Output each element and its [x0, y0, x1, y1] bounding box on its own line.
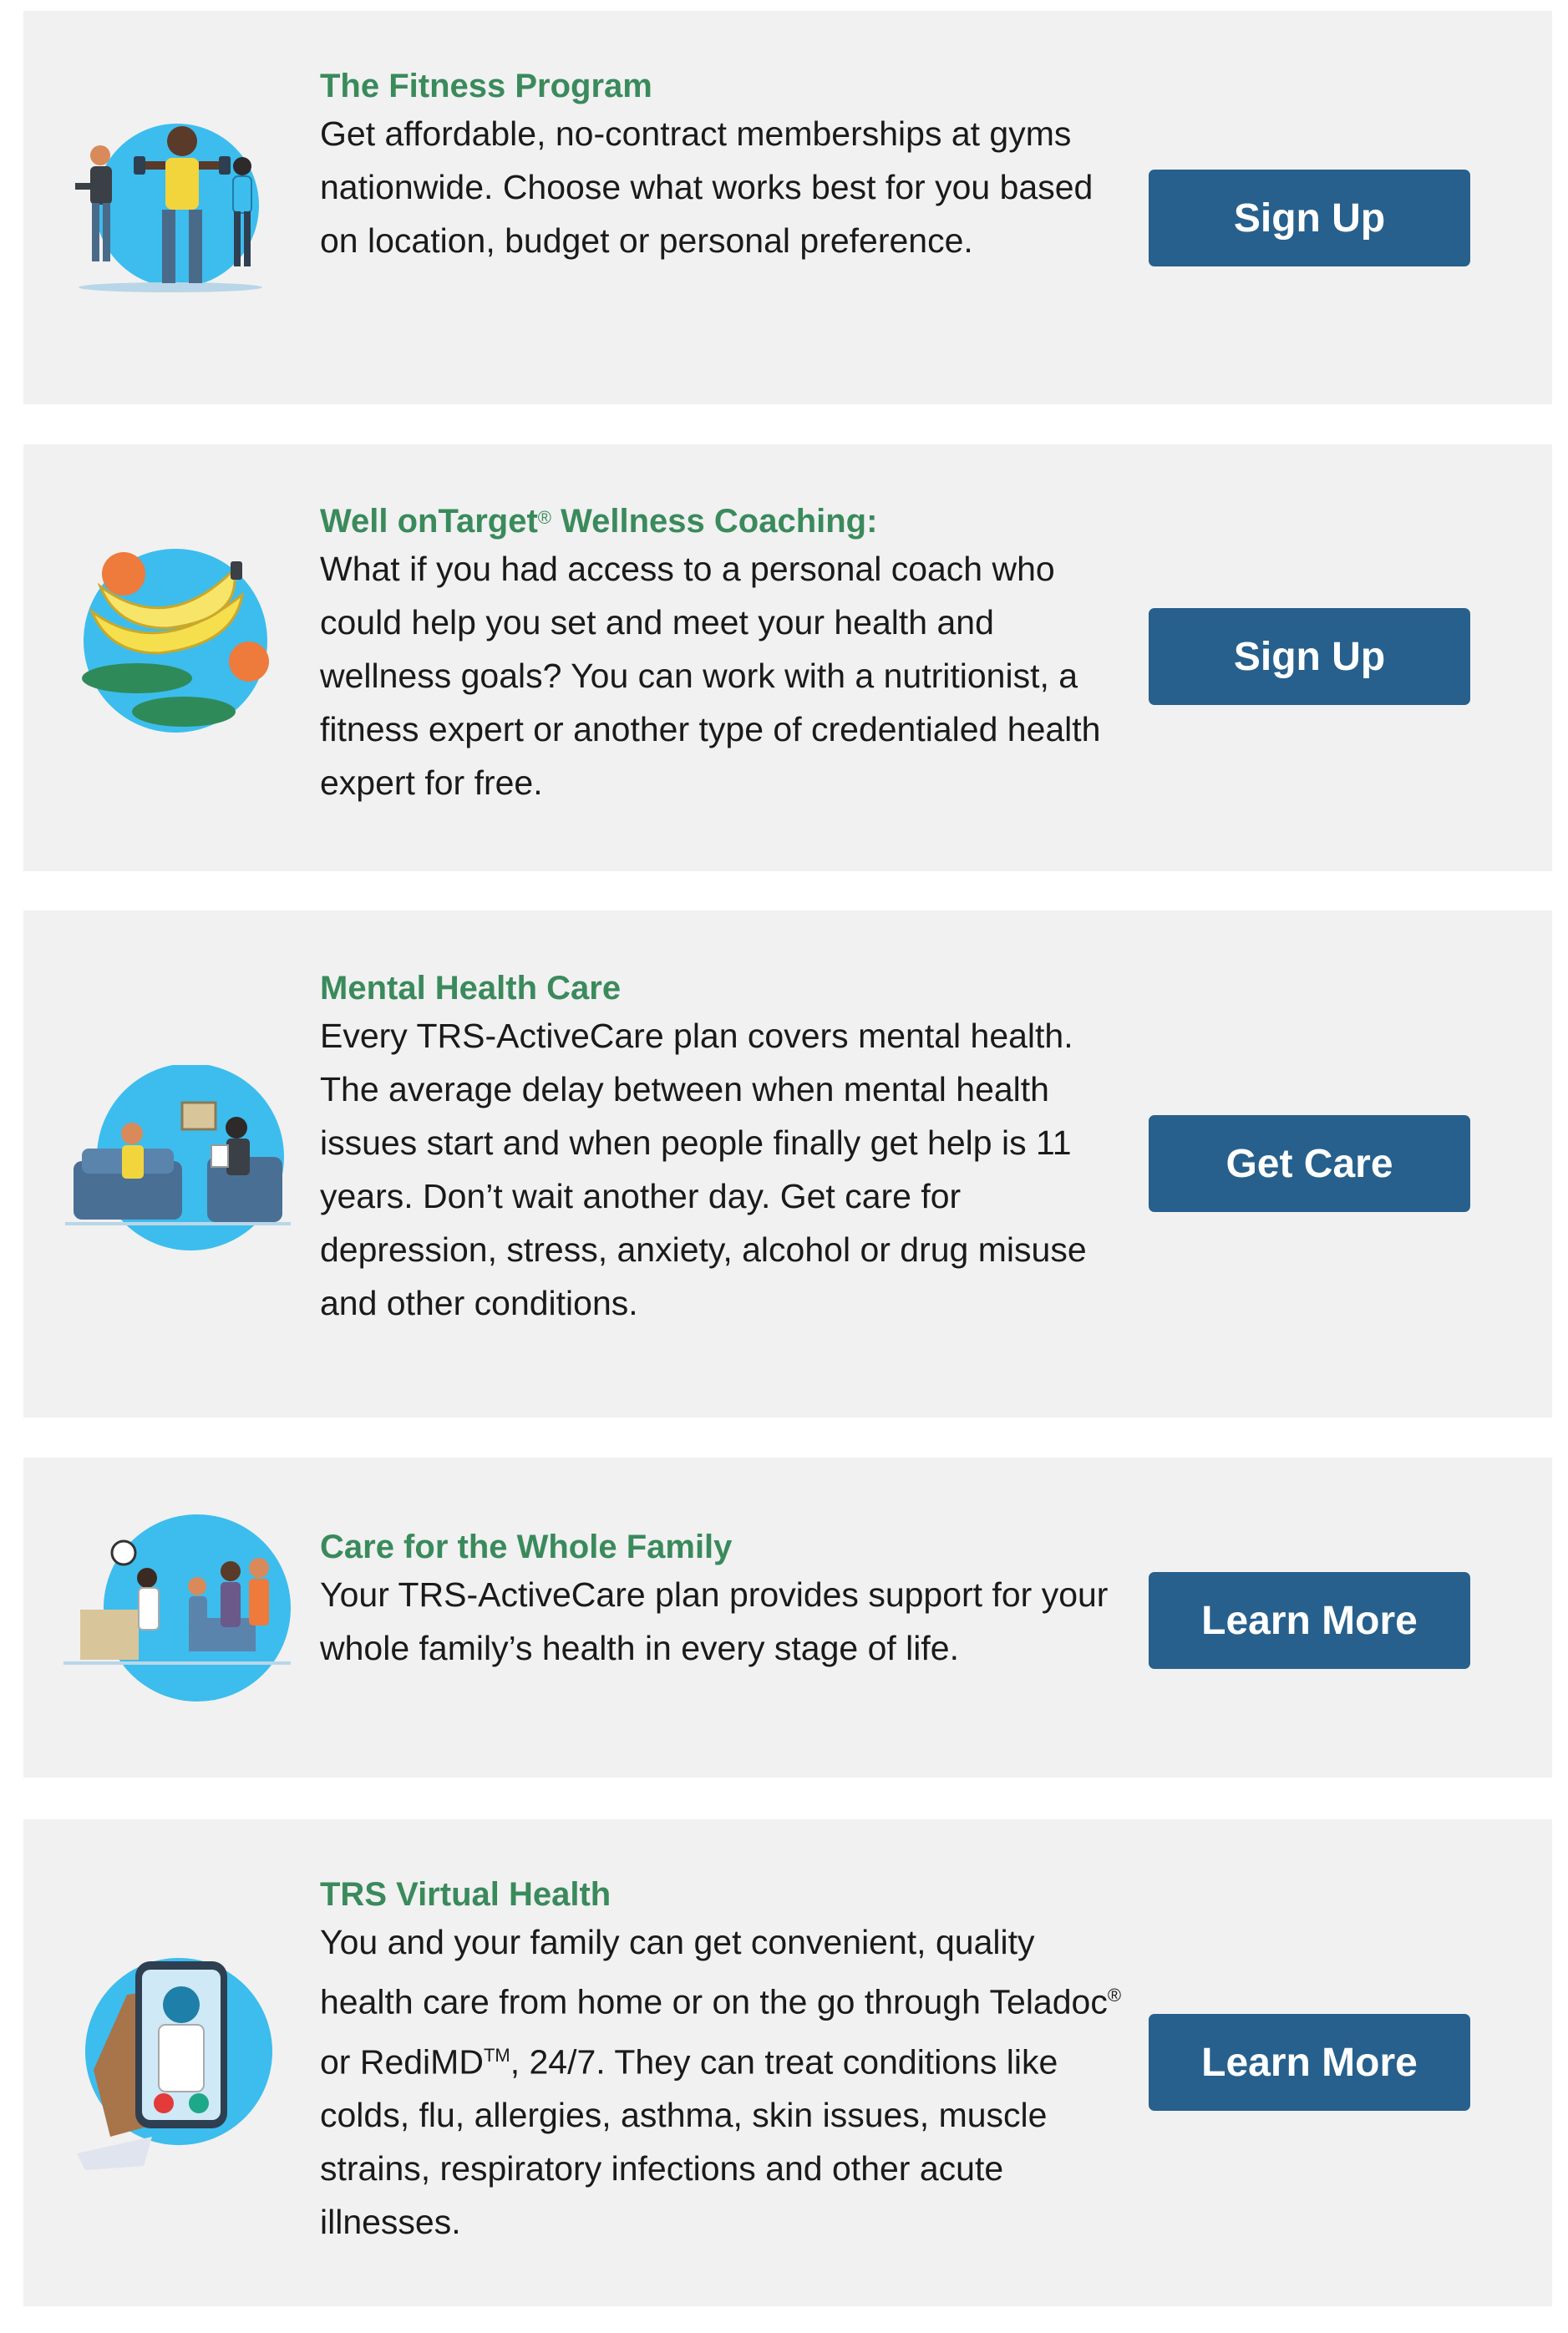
title-main: Well onTarget — [320, 503, 538, 540]
card-title: TRS Virtual Health — [320, 1876, 611, 1913]
card-title: Well onTarget® Wellness Coaching: — [320, 500, 1122, 542]
card-wellness-coaching: Well onTarget® Wellness Coaching: What i… — [23, 444, 1552, 871]
card-text: The Fitness Program Get affordable, no-c… — [320, 65, 1122, 267]
trademark: TM — [483, 2044, 510, 2066]
registered-mark: ® — [1107, 1985, 1122, 2006]
learn-more-button[interactable]: Learn More — [1149, 2014, 1470, 2111]
therapy-session-icon — [65, 1065, 291, 1257]
card-description: What if you had access to a personal coa… — [320, 550, 1101, 802]
card-description: Get affordable, no-contract memberships … — [320, 114, 1094, 260]
card-title: Care for the Whole Family — [320, 1529, 733, 1565]
card-text: TRS Virtual Health You and your family c… — [320, 1874, 1122, 2249]
card-description: You and your family can get convenient, … — [320, 1915, 1122, 2249]
description-part: or RediMD — [320, 2042, 484, 2082]
card-title: Mental Health Care — [320, 970, 622, 1007]
learn-more-button[interactable]: Learn More — [1149, 1572, 1470, 1669]
fitness-people-icon — [67, 109, 274, 310]
card-description: Every TRS-ActiveCare plan covers mental … — [320, 1017, 1087, 1322]
card-mental-health: Mental Health Care Every TRS-ActiveCare … — [23, 910, 1552, 1418]
phone-video-call-doctor-icon — [60, 1945, 287, 2170]
title-rest: Wellness Coaching: — [551, 503, 878, 540]
card-fitness-program: The Fitness Program Get affordable, no-c… — [23, 11, 1552, 404]
card-virtual-health: TRS Virtual Health You and your family c… — [23, 1819, 1552, 2306]
card-title: The Fitness Program — [320, 68, 652, 104]
get-care-button[interactable]: Get Care — [1149, 1115, 1470, 1212]
card-whole-family: Care for the Whole Family Your TRS-Activ… — [23, 1458, 1552, 1778]
card-text: Well onTarget® Wellness Coaching: What i… — [320, 500, 1122, 809]
card-description: Your TRS-ActiveCare plan provides suppor… — [320, 1575, 1109, 1667]
sign-up-button[interactable]: Sign Up — [1149, 608, 1470, 705]
card-text: Care for the Whole Family Your TRS-Activ… — [320, 1526, 1122, 1675]
card-text: Mental Health Care Every TRS-ActiveCare … — [320, 967, 1122, 1330]
sign-up-button[interactable]: Sign Up — [1149, 170, 1470, 266]
family-doctor-visit-icon — [63, 1509, 291, 1706]
registered-mark: ® — [537, 507, 551, 528]
healthy-food-icon — [67, 536, 287, 745]
description-part: You and your family can get convenient, … — [320, 1923, 1108, 2021]
